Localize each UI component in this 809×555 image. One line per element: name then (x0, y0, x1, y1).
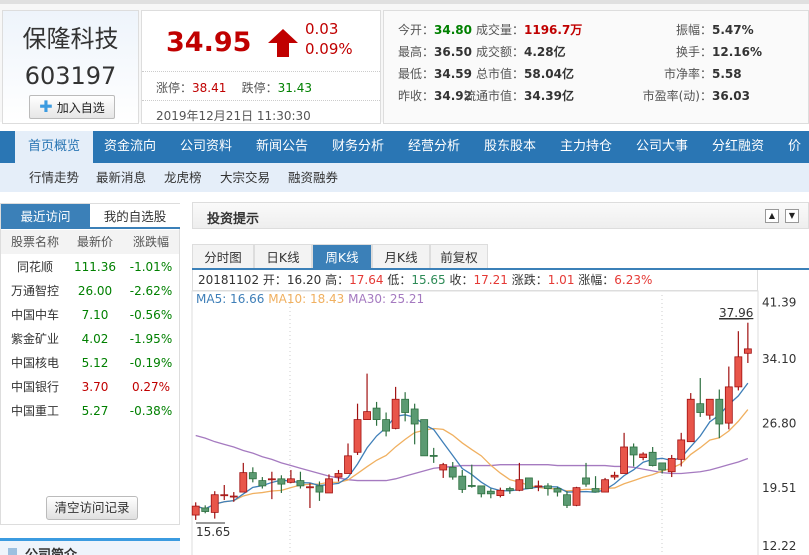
candle-body (544, 485, 552, 489)
candle-body (639, 453, 648, 458)
candle-body (248, 472, 257, 480)
candle-body (572, 487, 581, 506)
candle-body (382, 419, 391, 432)
candle-body (724, 386, 733, 424)
candle-body (344, 455, 352, 474)
y-tick-label: 34.10 (762, 352, 796, 366)
candle-body (286, 478, 295, 483)
candle-body (296, 480, 305, 487)
max-price-label: 37.96 (719, 306, 753, 320)
candle-body (277, 478, 286, 485)
candle-body (429, 454, 438, 457)
candle-body (505, 488, 514, 491)
candle-body (439, 464, 448, 471)
candle-body (715, 398, 724, 425)
candle-body (353, 419, 362, 453)
candle-body (696, 403, 705, 413)
y-tick-label: 41.39 (762, 295, 796, 309)
candle-body (229, 495, 238, 498)
weekly-kline-chart[interactable]: 41.39 34.10 26.80 19.51 12.22 37.96 15.65 (0, 0, 809, 555)
candle-body (686, 398, 695, 443)
candle-body (458, 475, 467, 490)
plot-frame (191, 290, 759, 555)
candle-body (477, 485, 486, 495)
candle-body (601, 479, 609, 493)
candle-body (743, 348, 752, 354)
candle-body (563, 494, 571, 506)
min-price-label: 15.65 (196, 525, 230, 539)
candle-body (734, 356, 743, 388)
candle-body (629, 446, 638, 456)
candle-body (648, 451, 657, 466)
candle-body (239, 472, 248, 493)
y-tick-label: 19.51 (762, 481, 796, 495)
candle-body (372, 407, 381, 420)
candle-body (705, 398, 714, 416)
candle-body (515, 479, 524, 491)
candle-body (591, 488, 600, 493)
candle-body (582, 477, 590, 485)
candle-body (610, 474, 619, 478)
candle-body (306, 486, 314, 489)
candle-body (410, 408, 419, 425)
candle-body (525, 477, 533, 489)
y-tick-label: 26.80 (762, 416, 796, 430)
candle-body (401, 398, 410, 413)
candle-body (258, 480, 267, 487)
candle-body (210, 494, 219, 513)
candle-body (467, 485, 476, 487)
candle-body (667, 458, 676, 473)
candle-body (334, 473, 343, 478)
candle-body (420, 419, 429, 457)
candle-body (486, 490, 495, 495)
candle-body (496, 489, 505, 497)
candle-body (448, 466, 457, 478)
candle-body (267, 478, 276, 481)
candle-body (677, 439, 686, 460)
candle-body (534, 485, 543, 488)
candle-body (658, 462, 667, 471)
candle-body (553, 488, 562, 493)
candle-body (201, 507, 210, 512)
candle-body (363, 411, 371, 420)
candle-body (315, 485, 324, 493)
candle-body (391, 398, 400, 429)
candle-body (325, 478, 333, 494)
y-tick-label: 12.22 (762, 539, 796, 553)
candle-body (620, 446, 628, 474)
candle-body (191, 505, 200, 516)
candle-body (220, 494, 229, 497)
